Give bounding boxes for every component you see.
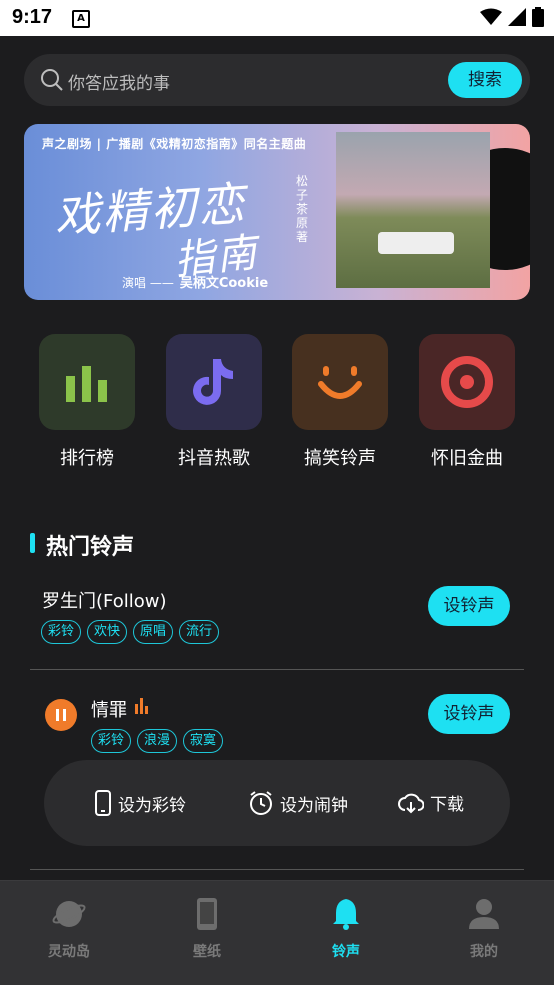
category-classic[interactable]: 怀旧金曲 xyxy=(419,334,515,470)
promo-banner[interactable]: 声之剧场 | 广播剧《戏精初恋指南》同名主题曲 戏精初恋 指南 松子茶 原著 演… xyxy=(24,124,530,300)
alarm-icon xyxy=(250,791,272,815)
download-label: 下载 xyxy=(430,795,464,815)
notification-icon: A xyxy=(72,10,90,28)
pause-button[interactable] xyxy=(45,699,77,731)
search-button[interactable]: 搜索 xyxy=(448,62,522,98)
wifi-icon xyxy=(480,8,502,25)
song-title[interactable]: 情罪 xyxy=(91,696,127,722)
album-bed-image xyxy=(378,232,454,254)
singer-label: 演唱 —— xyxy=(122,276,174,290)
status-icons xyxy=(480,7,544,27)
battery-icon xyxy=(532,7,544,27)
action-panel: 设为彩铃 设为闹钟 下载 xyxy=(44,760,510,846)
tag: 原唱 xyxy=(133,620,174,644)
download-action[interactable]: 下载 xyxy=(398,790,464,815)
tag: 寂寞 xyxy=(183,729,224,753)
category-funny[interactable]: 搞笑铃声 xyxy=(292,334,388,470)
song-tags: 彩铃 欢快 原唱 流行 xyxy=(41,620,220,644)
status-time: 9:17 xyxy=(12,6,53,28)
set-alarm-label: 设为闹钟 xyxy=(280,795,348,816)
tag: 流行 xyxy=(179,620,220,644)
nav-item-island[interactable]: 灵动岛 xyxy=(29,897,109,961)
nav-label: 铃声 xyxy=(332,944,360,960)
album-cover xyxy=(336,132,490,288)
equalizer-icon xyxy=(135,698,148,714)
section-accent-bar xyxy=(30,533,35,553)
nav-label: 灵动岛 xyxy=(48,944,90,960)
target-icon xyxy=(419,334,515,430)
search-bar[interactable]: 你答应我的事 搜索 xyxy=(24,54,530,106)
singer-name: 吴柄文Cookie xyxy=(179,276,269,291)
set-ringback-label: 设为彩铃 xyxy=(118,795,186,816)
nav-label: 我的 xyxy=(470,944,498,960)
banner-singer: 演唱 —— 吴柄文Cookie xyxy=(122,272,268,291)
phone-icon xyxy=(197,898,217,930)
nav-item-profile[interactable]: 我的 xyxy=(444,897,524,961)
section-title: 热门铃声 xyxy=(46,535,135,560)
nav-item-wallpaper[interactable]: 壁纸 xyxy=(167,897,247,961)
category-label: 排行榜 xyxy=(60,448,114,469)
divider xyxy=(30,669,524,670)
nav-item-ringtone[interactable]: 铃声 xyxy=(306,897,386,961)
user-icon xyxy=(469,899,499,929)
tiktok-icon xyxy=(166,334,262,430)
category-label: 怀旧金曲 xyxy=(431,448,503,469)
smile-icon xyxy=(292,334,388,430)
banner-top-text: 声之剧场 | 广播剧《戏精初恋指南》同名主题曲 xyxy=(42,137,307,151)
category-douyin[interactable]: 抖音热歌 xyxy=(166,334,262,470)
bell-icon xyxy=(333,899,359,930)
status-bar: 9:17 A xyxy=(0,0,554,36)
set-ringtone-button[interactable]: 设铃声 xyxy=(428,586,510,626)
tag: 彩铃 xyxy=(91,729,132,753)
banner-author: 松子茶 原著 xyxy=(296,174,309,244)
pause-icon-bar xyxy=(63,709,66,721)
download-icon xyxy=(398,793,424,813)
signal-icon xyxy=(508,8,526,26)
tag: 浪漫 xyxy=(137,729,178,753)
set-ringback-action[interactable]: 设为彩铃 xyxy=(94,790,186,816)
divider xyxy=(30,869,524,870)
tag: 彩铃 xyxy=(41,620,82,644)
bottom-nav: 灵动岛 壁纸 铃声 我的 xyxy=(0,880,554,985)
search-icon xyxy=(41,69,63,91)
bar-chart-icon xyxy=(39,334,135,430)
song-tags: 彩铃 浪漫 寂寞 xyxy=(91,729,224,753)
category-label: 搞笑铃声 xyxy=(304,448,376,469)
category-ranking[interactable]: 排行榜 xyxy=(39,334,135,470)
search-input[interactable]: 你答应我的事 xyxy=(68,69,170,94)
category-label: 抖音热歌 xyxy=(178,448,250,469)
pause-icon xyxy=(56,709,59,721)
set-alarm-action[interactable]: 设为闹钟 xyxy=(248,790,348,816)
tag: 欢快 xyxy=(87,620,128,644)
set-ringtone-button[interactable]: 设铃声 xyxy=(428,694,510,734)
song-title[interactable]: 罗生门(Follow) xyxy=(42,587,167,613)
planet-icon xyxy=(52,901,86,927)
nav-label: 壁纸 xyxy=(193,944,221,960)
phone-icon xyxy=(95,790,111,816)
